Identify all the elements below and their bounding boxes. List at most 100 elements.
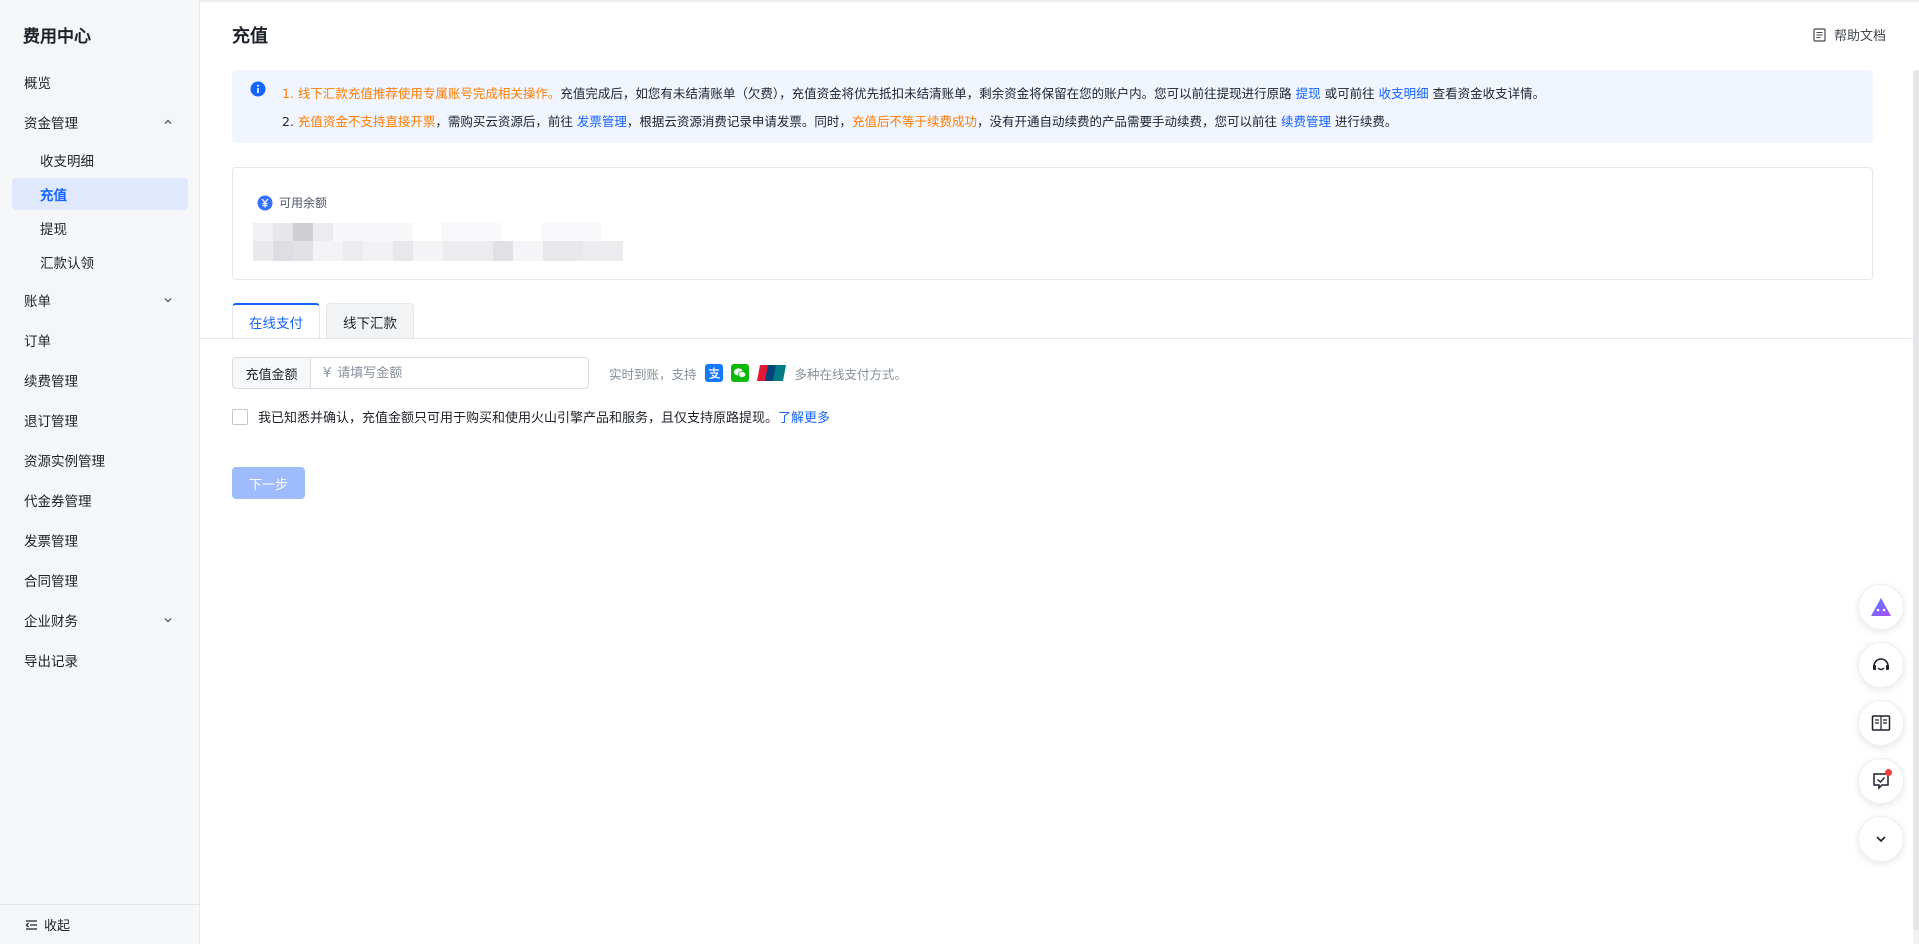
amount-input-wrapper[interactable]: ¥ [310,357,589,389]
recharge-notice: 1. 线下汇款充值推荐使用专属账号完成相关操作。充值完成后，如您有未结清账单（欠… [232,70,1873,143]
agreement-checkbox[interactable] [232,408,248,425]
sidebar-item-label: 资源实例管理 [24,454,105,470]
help-docs-link[interactable]: 帮助文档 [1813,25,1886,44]
pay-hint-suffix: 多种在线支付方式。 [794,366,908,382]
tab-offline-remittance[interactable]: 线下汇款 [326,303,414,339]
info-icon [250,81,266,97]
notice-line-1: 1. 线下汇款充值推荐使用专属账号完成相关操作。充值完成后，如您有未结清账单（欠… [282,83,1545,102]
collapse-toolbar-button[interactable] [1858,816,1904,862]
notice-text: ，根据云资源消费记录申请发票。同时， [626,114,852,129]
floating-toolbar [1858,584,1906,874]
chevron-up-icon [164,119,172,124]
agreement-row: 我已知悉并确认，充值金额只可用于购买和使用火山引擎产品和服务，且仅支持原路提现。… [232,407,830,426]
renewal-management-link[interactable]: 续费管理 [1281,114,1331,129]
tab-label: 在线支付 [249,316,303,332]
currency-symbol: ¥ [323,365,332,381]
next-step-button[interactable]: 下一步 [232,467,305,499]
sidebar-item-label: 充值 [40,188,67,204]
notice-number: 2. [282,114,298,129]
transactions-link[interactable]: 收支明细 [1379,86,1429,101]
yuan-icon [257,195,273,210]
sidebar: 费用中心 概览 资金管理 收支明细 充值 提现 汇款认领 账单 订单 续费管理 … [0,0,200,944]
payment-methods-hint: 实时到账，支持 多种在线支付方式。 [609,364,907,383]
notice-highlight: 充值资金不支持直接开票 [297,114,436,129]
sidebar-item-bills[interactable]: 账单 [0,280,200,320]
unionpay-icon [756,365,786,381]
customer-service-button[interactable] [1858,642,1904,688]
notice-text: ，需购买云资源后，前往 [435,114,577,129]
payment-tabs: 在线支付 线下汇款 [232,303,420,339]
manual-book-button[interactable] [1858,700,1904,746]
sidebar-item-label: 发票管理 [24,534,78,550]
invoice-management-link[interactable]: 发票管理 [577,114,627,129]
sidebar-title: 费用中心 [23,27,91,47]
notice-number: 1. [282,86,298,101]
withdraw-link[interactable]: 提现 [1296,86,1321,101]
agreement-text: 我已知悉并确认，充值金额只可用于购买和使用火山引擎产品和服务，且仅支持原路提现。 [258,411,779,426]
page-title: 充值 [232,26,268,47]
balance-label: 可用余额 [279,196,328,210]
ai-assistant-button[interactable] [1858,584,1904,630]
sidebar-item-label: 合同管理 [24,574,78,590]
notice-text: 或可前往 [1320,86,1379,101]
help-docs-label: 帮助文档 [1833,29,1886,44]
manual-book-icon [1871,715,1891,731]
sidebar-item-transactions[interactable]: 收支明细 [12,144,188,176]
collapse-menu-icon [25,919,37,930]
collapse-sidebar-button[interactable]: 收起 [0,904,200,944]
sidebar-item-label: 概览 [24,76,51,92]
wechat-pay-icon [730,364,749,382]
notice-highlight: 充值后不等于续费成功 [851,114,977,129]
sidebar-item-label: 导出记录 [24,654,78,670]
sidebar-item-unsubscribe[interactable]: 退订管理 [0,400,200,440]
tab-label: 线下汇款 [343,315,397,332]
notice-text: ，没有开通自动续费的产品需要手动续费，您可以前往 [976,114,1281,129]
sidebar-item-label: 订单 [24,334,51,350]
document-icon [1813,27,1826,42]
ai-assistant-icon [1871,598,1891,616]
alipay-icon [704,364,723,382]
learn-more-link[interactable]: 了解更多 [778,407,830,426]
sidebar-item-withdraw[interactable]: 提现 [12,212,188,244]
collapse-label: 收起 [44,919,71,934]
scrollbar-thumb[interactable] [1913,70,1919,930]
notice-text: 进行续费。 [1330,114,1398,129]
chevron-down-icon [164,618,172,623]
sidebar-item-label: 资金管理 [24,116,78,132]
sidebar-nav: 概览 资金管理 收支明细 充值 提现 汇款认领 账单 订单 续费管理 退订管理 … [0,62,200,680]
balance-label-row: 可用余额 [257,194,327,211]
notification-dot [1885,769,1892,776]
amount-input[interactable] [337,365,558,381]
tab-online-payment[interactable]: 在线支付 [232,303,320,339]
sidebar-item-resource-instances[interactable]: 资源实例管理 [0,440,200,480]
sidebar-item-invoices[interactable]: 发票管理 [0,520,200,560]
notice-text: 充值完成后，如您有未结清账单（欠费），充值资金将优先抵扣未结清账单，剩余资金将保… [560,86,1296,101]
sidebar-item-label: 代金券管理 [24,494,92,510]
sidebar-item-label: 企业财务 [24,614,78,630]
notice-highlight: 线下汇款充值推荐使用专属账号完成相关操作。 [297,86,561,101]
sidebar-item-remittance-claim[interactable]: 汇款认领 [12,246,188,278]
pay-hint-prefix: 实时到账，支持 [609,366,697,382]
sidebar-item-overview[interactable]: 概览 [0,62,200,102]
collapse-down-icon [1876,836,1886,843]
sidebar-item-enterprise-finance[interactable]: 企业财务 [0,600,200,640]
sidebar-item-export-records[interactable]: 导出记录 [0,640,200,680]
balance-value-redacted [241,221,711,263]
sidebar-item-label: 退订管理 [24,414,78,430]
feedback-button[interactable] [1858,758,1904,804]
sidebar-item-label: 收支明细 [40,154,94,170]
sidebar-item-vouchers[interactable]: 代金券管理 [0,480,200,520]
chevron-down-icon [164,298,172,303]
amount-label: 充值金额 [232,357,310,389]
sidebar-item-recharge[interactable]: 充值 [12,178,188,210]
notice-text: 查看资金收支详情。 [1428,86,1546,101]
sidebar-item-contracts[interactable]: 合同管理 [0,560,200,600]
sidebar-item-label: 汇款认领 [40,256,94,272]
sidebar-item-renewal[interactable]: 续费管理 [0,360,200,400]
sidebar-item-label: 账单 [24,294,51,310]
sidebar-item-label: 续费管理 [24,374,78,390]
main-content: 充值 帮助文档 1. 线下汇款充值推荐使用专属账号完成相关操作。充值完成后，如您… [200,0,1919,944]
sidebar-item-funds[interactable]: 资金管理 [0,102,200,142]
sidebar-item-orders[interactable]: 订单 [0,320,200,360]
tabs-divider [200,338,1919,339]
